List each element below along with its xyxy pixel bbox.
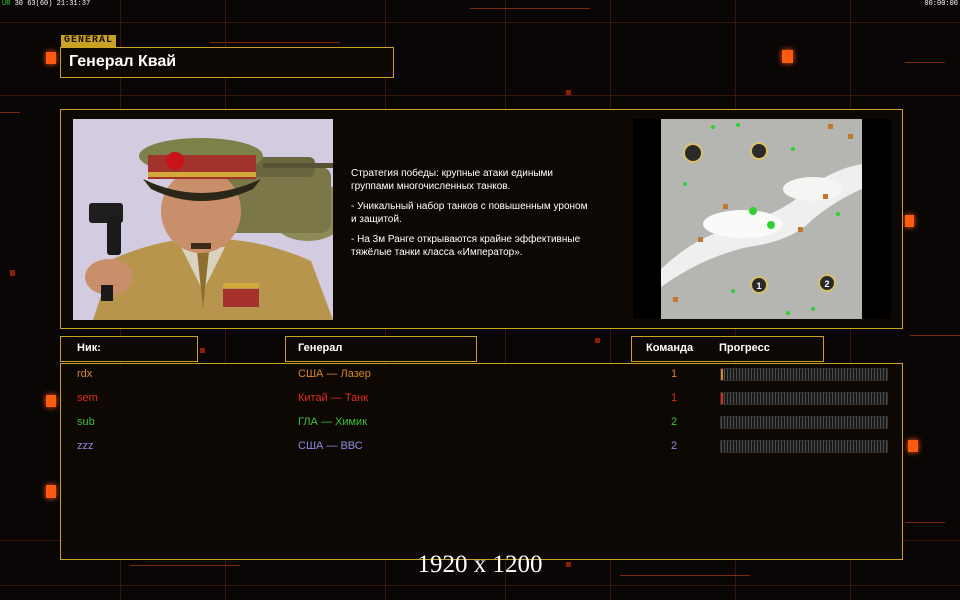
player-nick: sem bbox=[77, 392, 98, 404]
header-general: Генерал bbox=[285, 336, 477, 362]
player-row[interactable]: sub ГЛА — Химик 2 bbox=[61, 413, 902, 433]
player-team: 1 bbox=[671, 368, 678, 380]
resolution-label: 1920 x 1200 bbox=[417, 551, 543, 578]
player-nick: sub bbox=[77, 416, 95, 428]
general-title-box: Генерал Квай bbox=[60, 47, 394, 78]
general-name: Генерал Квай bbox=[69, 53, 177, 70]
map-preview[interactable]: 1 2 bbox=[633, 119, 891, 319]
fps-readout: UR 30 63(60) 21:31:37 bbox=[2, 0, 91, 8]
player-nick: rdx bbox=[77, 368, 93, 380]
player-general: США — ВВС bbox=[298, 440, 363, 452]
player-progress-bar bbox=[720, 416, 888, 429]
player-team: 2 bbox=[671, 440, 678, 452]
description-line: - Уникальный набор танков с повышенным у… bbox=[351, 201, 588, 225]
player-progress-fill bbox=[721, 369, 723, 380]
player-general: Китай — Танк bbox=[298, 392, 369, 404]
start-marker-2: 2 bbox=[824, 279, 829, 289]
player-row[interactable]: sem Китай — Танк 1 bbox=[61, 389, 902, 409]
description-line: Стратегия победы: крупные атаки едиными … bbox=[351, 168, 554, 192]
start-marker-1: 1 bbox=[756, 281, 761, 291]
header-team-label: Команда bbox=[646, 342, 694, 354]
player-progress-fill bbox=[721, 393, 723, 404]
player-roster: rdx США — Лазер 1 sem Китай — Танк 1 sub… bbox=[60, 363, 903, 560]
clock-readout: 00:00:00 bbox=[924, 0, 958, 8]
player-team: 2 bbox=[671, 416, 678, 428]
header-team-progress: Команда Прогресс bbox=[631, 336, 824, 362]
player-team: 1 bbox=[671, 392, 678, 404]
player-general: США — Лазер bbox=[298, 368, 371, 380]
player-progress-bar bbox=[720, 392, 888, 405]
player-row[interactable]: rdx США — Лазер 1 bbox=[61, 365, 902, 385]
player-nick: zzz bbox=[77, 440, 94, 452]
player-progress-bar bbox=[720, 368, 888, 381]
general-description: Стратегия победы: крупные атаки едиными … bbox=[351, 168, 631, 267]
player-row[interactable]: zzz США — ВВС 2 bbox=[61, 437, 902, 457]
general-info-panel: Стратегия победы: крупные атаки едиными … bbox=[60, 109, 903, 329]
player-progress-bar bbox=[720, 440, 888, 453]
header-general-label: Генерал bbox=[298, 342, 343, 354]
header-progress-label: Прогресс bbox=[719, 342, 770, 354]
general-portrait bbox=[73, 119, 333, 320]
player-general: ГЛА — Химик bbox=[298, 416, 368, 428]
general-tag: GENERAL bbox=[61, 35, 117, 47]
description-line: - На 3м Ранге открываются крайне эффекти… bbox=[351, 234, 581, 258]
header-nick: Ник: bbox=[60, 336, 198, 362]
header-nick-label: Ник: bbox=[77, 342, 101, 354]
